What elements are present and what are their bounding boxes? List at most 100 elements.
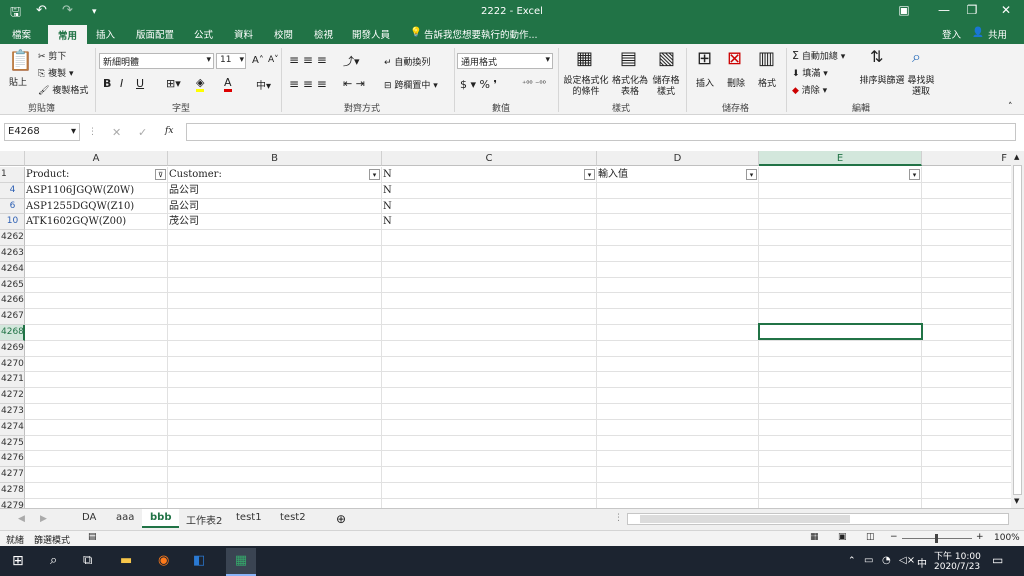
column-header-b[interactable]: B [168, 151, 382, 166]
cell-e-4264[interactable] [759, 261, 922, 278]
cell-d-4276[interactable] [597, 451, 759, 468]
cell-a-4266[interactable] [25, 293, 168, 310]
row-header-4267[interactable]: 4267 [0, 309, 25, 325]
indent-icon[interactable]: ⇤ ⇥ [343, 77, 365, 90]
cell-d-4278[interactable] [597, 483, 759, 499]
currency-icon[interactable]: $ ▾ % ❜ [460, 78, 497, 91]
row-header-4268[interactable]: 4268 [0, 325, 25, 341]
scroll-thumb[interactable] [1013, 165, 1022, 495]
cell-d-4279[interactable] [597, 498, 759, 508]
cell-c-4276[interactable] [382, 451, 597, 468]
cell-e-10[interactable] [759, 214, 922, 231]
row-header-4[interactable]: 4 [0, 182, 25, 199]
cell-c-4262[interactable] [382, 230, 597, 246]
cell-c-4277[interactable] [382, 467, 597, 483]
cell-b-4264[interactable] [168, 261, 382, 278]
row-header-6[interactable]: 6 [0, 198, 25, 215]
cell-c-4267[interactable] [382, 309, 597, 325]
cell-f-4273[interactable] [922, 404, 1011, 420]
sheet-tab-4[interactable]: test1 [228, 509, 270, 528]
cell-d-4264[interactable] [597, 261, 759, 278]
orientation-icon[interactable]: ⤴▾ [343, 53, 360, 69]
cell-styles-button[interactable]: 儲存格樣式 [652, 76, 680, 98]
cell-d-4275[interactable] [597, 435, 759, 452]
tab-formulas[interactable]: 公式 [194, 27, 213, 41]
insert-function-button[interactable]: fx [165, 126, 173, 136]
zoom-in-icon[interactable]: + [976, 532, 984, 542]
sheet-tab-0[interactable]: DA [74, 509, 104, 528]
tab-view[interactable]: 檢視 [314, 27, 333, 41]
cell-f-4[interactable] [922, 183, 1011, 199]
cell-c-4271[interactable] [382, 372, 597, 389]
row-header-4278[interactable]: 4278 [0, 483, 25, 499]
row-header-4279[interactable]: 4279 [0, 498, 25, 508]
cell-e-4[interactable] [759, 182, 922, 199]
cell-d-6[interactable] [597, 198, 759, 215]
cell-f-6[interactable] [922, 199, 1011, 215]
row-header-10[interactable]: 10 [0, 214, 25, 231]
cell-b-4274[interactable] [168, 419, 382, 436]
format-painter-button[interactable]: 🖌 複製格式 [38, 83, 88, 96]
clock-date[interactable]: 2020/7/23 [934, 562, 980, 572]
row-header-4277[interactable]: 4277 [0, 467, 25, 483]
cell-c-4273[interactable] [382, 404, 597, 420]
decimal-icon[interactable]: ⁺⁰⁰ ⁻⁰⁰ [522, 79, 546, 88]
cell-f-4278[interactable] [922, 483, 1011, 499]
cell-e-4266[interactable] [759, 293, 922, 310]
conditional-format-icon[interactable]: ▦ [576, 48, 593, 69]
tab-insert[interactable]: 插入 [96, 27, 115, 41]
cell-a-4273[interactable] [25, 404, 168, 420]
cancel-icon[interactable]: ✕ [112, 126, 121, 139]
cell-f-4269[interactable] [922, 341, 1011, 357]
cell-f-4274[interactable] [922, 420, 1011, 436]
scroll-up-icon[interactable]: ▲ [1014, 153, 1019, 161]
row-header-4269[interactable]: 4269 [0, 340, 25, 357]
sheet-tab-5[interactable]: test2 [272, 509, 314, 528]
insert-cells-button[interactable]: 插入 [696, 76, 714, 89]
merge-center-button[interactable]: ⊟ 跨欄置中 ▾ [384, 78, 438, 91]
notification-icon[interactable]: ▭ [992, 553, 1003, 567]
cell-f-4276[interactable] [922, 451, 1011, 468]
worksheet-grid[interactable]: A B C D E F 1 Product: ⊽ Customer: ▾ N ▾ 輸入值 ▾ ▾ 4… [0, 151, 1011, 508]
cell-f-4270[interactable] [922, 357, 1011, 373]
cell-a-4268[interactable] [25, 325, 168, 341]
zoom-level[interactable]: 100% [994, 533, 1020, 543]
cell-a-1[interactable]: Product: [25, 167, 168, 183]
volume-icon[interactable]: ◁× [899, 555, 915, 566]
cell-d-4273[interactable] [597, 404, 759, 420]
cell-f-4275[interactable] [922, 436, 1011, 452]
cell-a-4263[interactable] [25, 246, 168, 262]
cell-e-4272[interactable] [759, 388, 922, 404]
cell-c-4278[interactable] [382, 483, 597, 499]
cell-c-4268[interactable] [382, 325, 597, 341]
filter-dropdown-icon[interactable]: ▾ [584, 169, 595, 180]
h-scroll-thumb[interactable] [640, 515, 850, 523]
cell-b-4[interactable]: 品公司 [168, 182, 382, 199]
cell-b-4267[interactable] [168, 309, 382, 325]
cell-c-4264[interactable] [382, 261, 597, 278]
cell-a-10[interactable]: ATK1602GQW(Z00) [25, 214, 168, 231]
cell-d-4267[interactable] [597, 309, 759, 325]
delete-cells-button[interactable]: 刪除 [727, 76, 745, 89]
row-header-4276[interactable]: 4276 [0, 451, 25, 468]
windows-start-icon[interactable]: ⊞ [12, 553, 24, 569]
tab-split-icon[interactable]: ⋮ [614, 513, 623, 523]
normal-view-icon[interactable]: ▦ [810, 532, 819, 542]
column-header-f[interactable]: F [922, 151, 1011, 166]
tab-review[interactable]: 校閱 [274, 27, 293, 41]
row-header-4270[interactable]: 4270 [0, 356, 25, 373]
cell-c-4269[interactable] [382, 340, 597, 357]
column-header-c[interactable]: C [382, 151, 597, 166]
paste-button[interactable]: 貼上 [9, 75, 27, 88]
horizontal-scrollbar[interactable] [627, 513, 1009, 525]
cell-a-4267[interactable] [25, 309, 168, 325]
scroll-down-icon[interactable]: ▼ [1014, 497, 1019, 505]
formula-input[interactable] [186, 123, 1016, 141]
cell-f-4263[interactable] [922, 246, 1011, 262]
borders-icon[interactable]: ⊞▾ [166, 77, 181, 90]
cell-e-4262[interactable] [759, 230, 922, 246]
cell-b-10[interactable]: 茂公司 [168, 214, 382, 231]
cell-a-4276[interactable] [25, 451, 168, 468]
cell-d-4263[interactable] [597, 246, 759, 262]
task-view-icon[interactable]: ⧉ [83, 553, 92, 568]
